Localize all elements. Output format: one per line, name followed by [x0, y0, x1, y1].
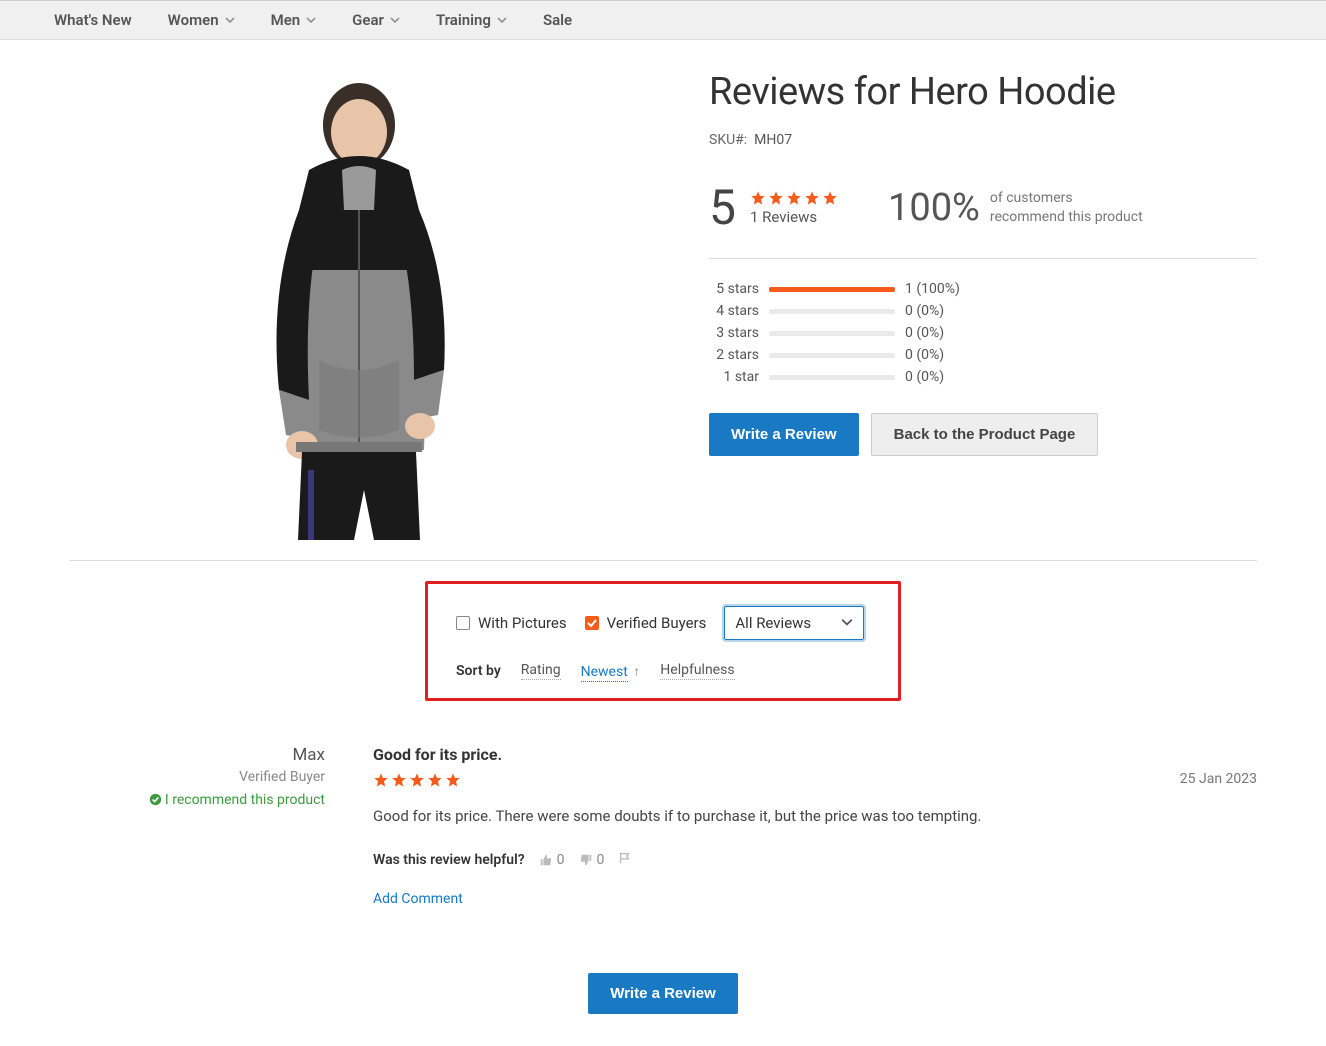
checkbox-checked-icon — [585, 616, 599, 630]
review-filters: With Pictures Verified Buyers All Review… — [425, 581, 901, 701]
review-item: Max Verified Buyer I recommend this prod… — [69, 719, 1257, 933]
thumb-up-icon — [539, 853, 553, 867]
star-icon — [427, 772, 443, 788]
with-pictures-checkbox[interactable]: With Pictures — [456, 614, 567, 632]
sort-helpfulness[interactable]: Helpfulness — [660, 662, 734, 680]
star-icon — [391, 772, 407, 788]
verified-buyers-checkbox[interactable]: Verified Buyers — [585, 614, 707, 632]
sku: SKU#: MH07 — [709, 132, 1257, 148]
sort-by-label: Sort by — [456, 663, 501, 679]
rating-bar-5[interactable]: 5 stars 1 (100%) — [709, 281, 1257, 297]
page-title: Reviews for Hero Hoodie — [709, 70, 1257, 114]
thumb-down-icon — [579, 853, 593, 867]
chevron-down-icon — [841, 614, 853, 632]
add-comment-link[interactable]: Add Comment — [373, 891, 463, 907]
chevron-down-icon — [225, 15, 235, 25]
chevron-down-icon — [390, 15, 400, 25]
product-image — [214, 70, 504, 540]
nav-women[interactable]: Women — [150, 1, 253, 39]
recommend-badge: I recommend this product — [69, 791, 325, 809]
flag-icon — [618, 851, 632, 865]
vote-down-button[interactable]: 0 — [579, 852, 605, 868]
checkbox-icon — [456, 616, 470, 630]
main-nav: What's New Women Men Gear Training Sale — [0, 1, 1326, 40]
star-icon — [822, 190, 838, 206]
star-icon — [804, 190, 820, 206]
avg-rating: 5 — [709, 184, 736, 232]
nav-gear[interactable]: Gear — [334, 1, 418, 39]
nav-sale[interactable]: Sale — [525, 1, 590, 39]
rating-bar-4[interactable]: 4 stars 0 (0%) — [709, 303, 1257, 319]
arrow-up-icon: ↑ — [633, 664, 640, 680]
star-icon — [750, 190, 766, 206]
recommend-pct: 100% — [888, 186, 980, 230]
sort-rating[interactable]: Rating — [521, 662, 561, 680]
review-stars — [373, 772, 1257, 788]
reviewer-name: Max — [69, 745, 325, 765]
verified-buyer-badge: Verified Buyer — [69, 769, 325, 785]
rating-bar-1[interactable]: 1 star 0 (0%) — [709, 369, 1257, 385]
rating-bar-2[interactable]: 2 stars 0 (0%) — [709, 347, 1257, 363]
rating-bar-3[interactable]: 3 stars 0 (0%) — [709, 325, 1257, 341]
star-icon — [786, 190, 802, 206]
review-body: Good for its price. There were some doub… — [373, 806, 1257, 827]
review-date: 25 Jan 2023 — [1180, 771, 1257, 787]
nav-training[interactable]: Training — [418, 1, 525, 39]
rating-distribution: 5 stars 1 (100%) 4 stars 0 (0%) 3 stars … — [709, 281, 1257, 385]
review-title: Good for its price. — [373, 745, 1257, 764]
back-to-product-button[interactable]: Back to the Product Page — [871, 413, 1099, 456]
star-icon — [409, 772, 425, 788]
write-review-button[interactable]: Write a Review — [709, 413, 859, 456]
star-icon — [768, 190, 784, 206]
chevron-down-icon — [497, 15, 507, 25]
write-review-button-bottom[interactable]: Write a Review — [588, 973, 738, 1014]
vote-up-button[interactable]: 0 — [539, 852, 565, 868]
report-button[interactable] — [618, 851, 632, 869]
check-circle-icon — [149, 793, 162, 806]
recommend-text: of customers recommend this product — [990, 189, 1143, 227]
review-count: 1 Reviews — [750, 208, 838, 226]
rating-summary: 5 1 Reviews — [709, 184, 1257, 259]
nav-whats-new[interactable]: What's New — [36, 1, 150, 39]
star-icon — [445, 772, 461, 788]
helpful-label: Was this review helpful? — [373, 852, 525, 868]
avg-stars — [750, 190, 838, 206]
nav-men[interactable]: Men — [253, 1, 335, 39]
chevron-down-icon — [306, 15, 316, 25]
reviews-filter-select[interactable]: All Reviews — [724, 606, 864, 640]
star-icon — [373, 772, 389, 788]
sort-newest[interactable]: Newest — [581, 664, 628, 682]
